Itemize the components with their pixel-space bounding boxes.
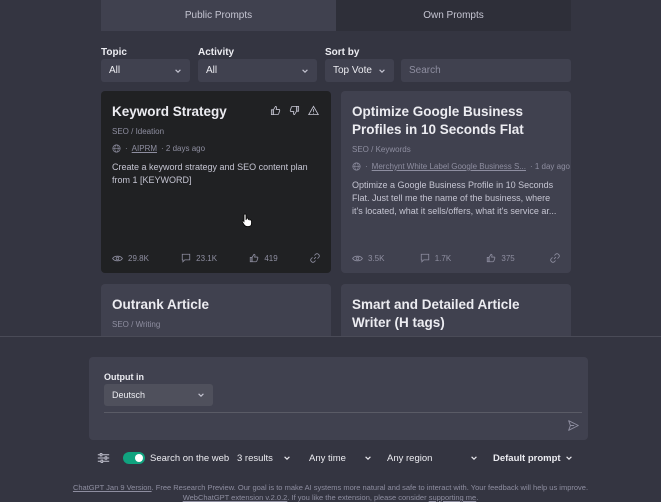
chevron-down-icon (283, 454, 291, 462)
prompt-card[interactable]: Smart and Detailed Article Writer (H tag… (341, 284, 571, 344)
activity-label: Activity (198, 47, 235, 58)
region-value: Any region (387, 452, 433, 464)
comments-stat: 1.7K (420, 253, 451, 263)
time-value: Any time (309, 452, 346, 464)
topic-select-value: All (109, 65, 121, 76)
views-stat: 29.8K (112, 254, 149, 263)
card-category: SEO / Writing (112, 320, 161, 329)
region-select[interactable]: Any region (387, 450, 478, 466)
card-author-row: · Merchynt White Label Google Business S… (352, 162, 570, 171)
tab-public-prompts[interactable]: Public Prompts (101, 0, 336, 31)
card-description: Create a keyword strategy and SEO conten… (112, 162, 308, 185)
topic-label: Topic (101, 47, 127, 58)
chevron-down-icon (364, 454, 372, 462)
card-title: Optimize Google Business Profiles in 10 … (352, 104, 524, 137)
thumbs-up-icon (486, 253, 496, 263)
globe-icon (352, 162, 361, 171)
likes-count: 375 (501, 253, 515, 263)
comments-count: 23.1K (196, 253, 218, 263)
card-author-row: · AIPRM · 2 days ago (112, 144, 320, 153)
eye-icon (352, 254, 363, 263)
link-icon[interactable] (310, 253, 320, 263)
vote-actions (270, 105, 319, 116)
likes-stat: 419 (249, 253, 278, 263)
chatgpt-version-link[interactable]: ChatGPT Jan 9 Version (73, 483, 152, 492)
thumbs-up-icon (249, 253, 259, 263)
views-stat: 3.5K (352, 254, 384, 263)
activity-select[interactable]: All (198, 59, 317, 82)
chevron-down-icon (378, 67, 386, 75)
chevron-down-icon (174, 67, 182, 75)
comment-icon (181, 253, 191, 263)
prompt-card[interactable]: Keyword Strategy SEO / Ideation · AIPRM … (101, 91, 331, 273)
card-title: Outrank Article (112, 297, 210, 312)
prompt-card[interactable]: Optimize Google Business Profiles in 10 … (341, 91, 571, 273)
card-author-link[interactable]: AIPRM (132, 144, 157, 153)
warning-icon[interactable] (308, 105, 319, 116)
search-web-label: Search on the web (150, 452, 230, 464)
card-description: Optimize a Google Business Profile in 10… (352, 180, 557, 216)
prompt-tabs: Public Prompts Own Prompts (101, 0, 571, 31)
footer-line-1: ChatGPT Jan 9 Version. Free Research Pre… (0, 483, 661, 492)
send-icon[interactable] (568, 420, 579, 431)
comment-icon (420, 253, 430, 263)
chevron-down-icon (470, 454, 478, 462)
chevron-down-icon (565, 454, 573, 462)
sort-label: Sort by (325, 47, 360, 58)
output-language-label: Output in (104, 372, 144, 382)
tab-own-prompts[interactable]: Own Prompts (336, 0, 571, 31)
card-category: SEO / Keywords (352, 145, 411, 154)
sort-select-value: Top Vote (333, 65, 372, 76)
search-web-toggle-group: Search on the web (123, 450, 229, 466)
card-author-link[interactable]: Merchynt White Label Google Business S..… (372, 162, 526, 171)
output-language-select[interactable]: Deutsch (104, 384, 213, 406)
views-count: 29.8K (128, 253, 149, 263)
topic-select[interactable]: All (101, 59, 190, 82)
comments-count: 1.7K (434, 253, 452, 263)
card-stats: 3.5K 1.7K 375 (352, 253, 560, 263)
time-select[interactable]: Any time (309, 450, 372, 466)
search-web-toggle[interactable] (123, 452, 145, 464)
results-select[interactable]: 3 results (237, 450, 291, 466)
comments-stat: 23.1K (181, 253, 217, 263)
card-title: Smart and Detailed Article Writer (H tag… (352, 297, 520, 330)
input-divider (104, 412, 582, 413)
thumbs-down-icon[interactable] (289, 105, 300, 116)
activity-select-value: All (206, 65, 218, 76)
footer-text-1: . Free Research Preview. Our goal is to … (151, 483, 589, 492)
card-time: · 2 days ago (161, 144, 206, 153)
output-language-value: Deutsch (112, 390, 146, 400)
globe-icon (112, 144, 121, 153)
link-icon[interactable] (550, 253, 560, 263)
sort-select[interactable]: Top Vote (325, 59, 394, 82)
card-stats: 29.8K 23.1K 419 (112, 253, 320, 263)
prompt-card[interactable]: Outrank Article SEO / Writing (101, 284, 331, 344)
views-count: 3.5K (368, 253, 385, 263)
prompt-select[interactable]: Default prompt (493, 450, 573, 466)
chevron-down-icon (301, 67, 309, 75)
thumbs-up-icon[interactable] (270, 105, 281, 116)
likes-count: 419 (264, 253, 278, 263)
results-value: 3 results (237, 452, 273, 464)
settings-sliders-icon[interactable] (97, 450, 110, 466)
chevron-down-icon (197, 391, 205, 399)
prompt-value: Default prompt (493, 452, 561, 464)
likes-stat: 375 (486, 253, 515, 263)
hand-cursor-icon (241, 213, 253, 227)
card-time: · 1 day ago (529, 162, 570, 171)
card-category: SEO / Ideation (112, 127, 165, 136)
eye-icon (112, 254, 123, 263)
search-input[interactable]: Search (401, 59, 571, 82)
